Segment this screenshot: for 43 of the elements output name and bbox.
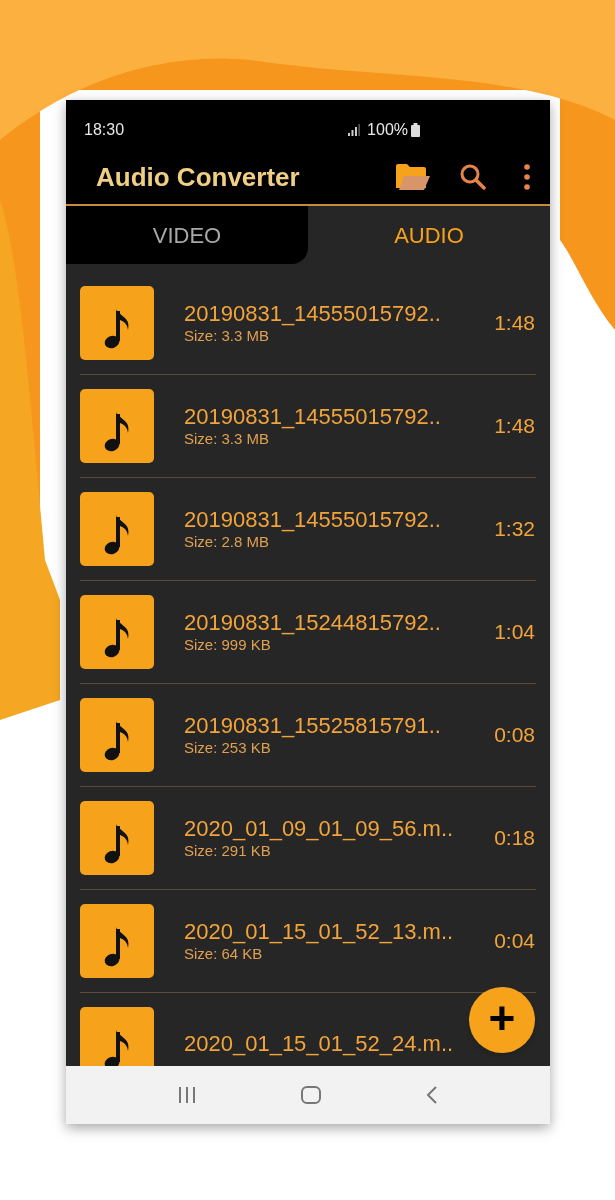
file-name: 2020_01_15_01_52_13.m..: [184, 917, 455, 946]
status-time: 18:30: [84, 120, 125, 140]
duration: 1:48: [494, 310, 535, 337]
music-note-icon: [80, 698, 154, 772]
music-note-icon: [80, 595, 154, 669]
file-size: Size: 64 KB: [184, 945, 264, 965]
music-note-icon: [80, 492, 154, 566]
file-name: 2020_01_09_01_09_56.m..: [184, 814, 455, 843]
file-size: Size: 291 KB: [184, 842, 272, 862]
battery-icon: [411, 123, 420, 137]
tab[interactable]: VIDEO: [66, 206, 308, 264]
file-size: Size: 2.8 MB: [184, 533, 271, 553]
back-icon[interactable]: [425, 1086, 438, 1104]
home-icon[interactable]: [301, 1086, 321, 1104]
file-name: 20190831_14555015792..: [184, 402, 442, 431]
duration: 0:04: [494, 928, 535, 955]
search-icon[interactable]: [460, 164, 486, 190]
duration: 0:08: [494, 722, 535, 749]
app-title: Audio Converter: [96, 160, 300, 194]
file-name: 20190831_14555015792..: [184, 505, 442, 534]
duration: 1:48: [494, 413, 535, 440]
duration: 1:04: [494, 619, 535, 646]
music-note-icon: [80, 286, 154, 360]
add-button[interactable]: +: [469, 987, 535, 1053]
file-size: Size: 253 KB: [184, 739, 272, 759]
more-options-icon[interactable]: [524, 164, 530, 190]
file-size: Size: 999 KB: [184, 636, 272, 656]
duration: 0:18: [494, 825, 535, 852]
file-name: 20190831_15525815791..: [184, 711, 442, 740]
recent-apps-icon[interactable]: [178, 1087, 197, 1103]
music-note-icon: [80, 389, 154, 463]
file-size: Size: 3.3 MB: [184, 430, 271, 450]
music-note-icon: [80, 904, 154, 978]
file-name: 2020_01_15_01_52_24.m..: [184, 1030, 455, 1058]
battery-percent: 100%: [367, 120, 408, 140]
file-name: 20190831_14555015792..: [184, 299, 442, 328]
signal-icon: [348, 124, 362, 136]
folder-icon[interactable]: [396, 164, 430, 190]
duration: 1:32: [494, 516, 535, 543]
music-note-icon: [80, 801, 154, 875]
music-note-icon: [80, 1007, 154, 1066]
file-name: 20190831_15244815792..: [184, 608, 442, 637]
file-size: Size: 3.3 MB: [184, 327, 271, 347]
